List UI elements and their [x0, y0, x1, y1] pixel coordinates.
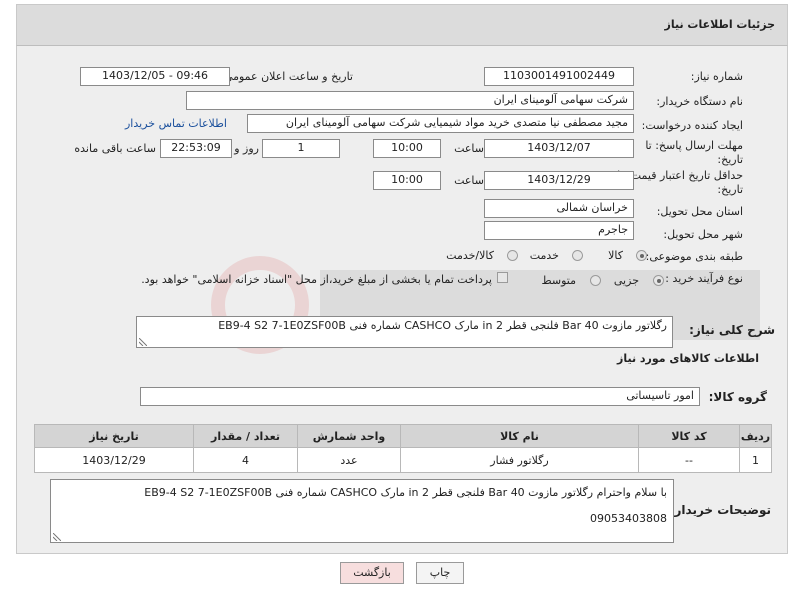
- reply-time-label: ساعت: [454, 142, 484, 155]
- col-header-row: ردیف: [739, 424, 772, 448]
- reply-deadline-time-field[interactable]: 10:00: [373, 139, 441, 158]
- category-option-service: خدمت: [529, 249, 559, 262]
- reply-deadline-label: مهلت ارسال پاسخ: تا تاریخ:: [645, 139, 743, 166]
- col-header-unit: واحد شمارش: [297, 424, 401, 448]
- goods-section-title: اطلاعات کالاهای مورد نیاز: [617, 352, 759, 365]
- buyer-notes-field[interactable]: با سلام واحترام رگلاتور مازوت 40 Bar فلن…: [50, 479, 674, 543]
- price-time-label: ساعت: [454, 174, 484, 187]
- need-number-field[interactable]: 1103001491002449: [484, 67, 634, 86]
- category-option-goods-service: کالا/خدمت: [446, 249, 494, 262]
- buyer-notes-line1: با سلام واحترام رگلاتور مازوت 40 Bar فلن…: [144, 486, 667, 499]
- cell-date: 1403/12/29: [34, 447, 194, 473]
- price-validity-date-field[interactable]: 1403/12/29: [484, 171, 634, 190]
- requester-field[interactable]: مجید مصطفی نیا متصدی خرید مواد شیمیایی ش…: [247, 114, 634, 133]
- price-validity-time-field[interactable]: 10:00: [373, 171, 441, 190]
- buyer-contact-link[interactable]: اطلاعات تماس خریدار: [125, 117, 227, 130]
- need-number-label: شماره نیاز:: [690, 70, 743, 83]
- category-option-goods: کالا: [608, 249, 623, 262]
- requester-label: ایجاد کننده درخواست:: [641, 119, 743, 132]
- remaining-days-field[interactable]: 1: [262, 139, 340, 158]
- announce-datetime-field[interactable]: 1403/12/05 - 09:46: [80, 67, 230, 86]
- table-row: 1 -- رگلاتور فشار عدد 4 1403/12/29: [34, 447, 772, 473]
- summary-label: شرح کلی نیاز:: [689, 323, 775, 337]
- treasury-payment-note: پرداخت تمام یا بخشی از مبلغ خرید،از محل …: [141, 273, 492, 286]
- purchase-type-label: نوع فرآیند خرید :: [665, 272, 743, 285]
- back-button[interactable]: بازگشت: [340, 562, 404, 584]
- province-field[interactable]: خراسان شمالی: [484, 199, 634, 218]
- buyer-org-field[interactable]: شرکت سهامی آلومینای ایران: [186, 91, 634, 110]
- summary-resize-grip-icon[interactable]: [139, 338, 147, 346]
- purchase-option-minor: جزیی: [613, 274, 639, 287]
- category-radio-goods[interactable]: [636, 250, 647, 261]
- city-label: شهر محل تحویل:: [663, 228, 743, 241]
- print-button[interactable]: چاپ: [416, 562, 464, 584]
- category-radio-service[interactable]: [572, 250, 583, 261]
- cell-name: رگلاتور فشار: [400, 447, 639, 473]
- goods-group-field[interactable]: امور تاسیساتی: [140, 387, 700, 406]
- days-label: روز و: [234, 142, 259, 155]
- col-header-code: کد کالا: [638, 424, 740, 448]
- announce-datetime-label: تاریخ و ساعت اعلان عمومی:: [220, 70, 353, 83]
- cell-qty: 4: [193, 447, 298, 473]
- purchase-radio-medium[interactable]: [590, 275, 601, 286]
- province-label: استان محل تحویل:: [656, 205, 743, 218]
- panel-title: جزئیات اطلاعات نیاز: [664, 18, 776, 31]
- cell-row-number: 1: [739, 447, 772, 473]
- city-field[interactable]: جاجرم: [484, 221, 634, 240]
- treasury-payment-checkbox[interactable]: [497, 272, 508, 283]
- remaining-time-field[interactable]: 22:53:09: [160, 139, 232, 158]
- remaining-label: ساعت باقی مانده: [74, 142, 156, 155]
- col-header-qty: تعداد / مقدار: [193, 424, 298, 448]
- buyer-notes-label: توضیحات خریدار:: [669, 503, 771, 517]
- col-header-name: نام کالا: [400, 424, 639, 448]
- reply-deadline-date-field[interactable]: 1403/12/07: [484, 139, 634, 158]
- purchase-option-medium: متوسط: [541, 274, 576, 287]
- notes-resize-grip-icon[interactable]: [53, 533, 61, 541]
- category-label: طبقه بندی موضوعی:: [645, 250, 743, 263]
- purchase-radio-minor[interactable]: [653, 275, 664, 286]
- summary-text: رگلاتور مازوت 40 Bar فلنجی قطر 2 in مارک…: [218, 319, 667, 332]
- category-radio-goods-service[interactable]: [507, 250, 518, 261]
- summary-field[interactable]: رگلاتور مازوت 40 Bar فلنجی قطر 2 in مارک…: [136, 316, 673, 348]
- goods-group-label: گروه کالا:: [708, 390, 767, 404]
- cell-code: --: [638, 447, 740, 473]
- table-header-row: ردیف کد کالا نام کالا واحد شمارش تعداد /…: [34, 424, 772, 448]
- cell-unit: عدد: [297, 447, 401, 473]
- col-header-date: تاریخ نیاز: [34, 424, 194, 448]
- goods-table: ردیف کد کالا نام کالا واحد شمارش تعداد /…: [34, 424, 772, 473]
- buyer-org-label: نام دستگاه خریدار:: [656, 95, 743, 108]
- buyer-notes-line2: 09053403808: [590, 512, 667, 525]
- panel-header: جزئیات اطلاعات نیاز: [16, 4, 788, 46]
